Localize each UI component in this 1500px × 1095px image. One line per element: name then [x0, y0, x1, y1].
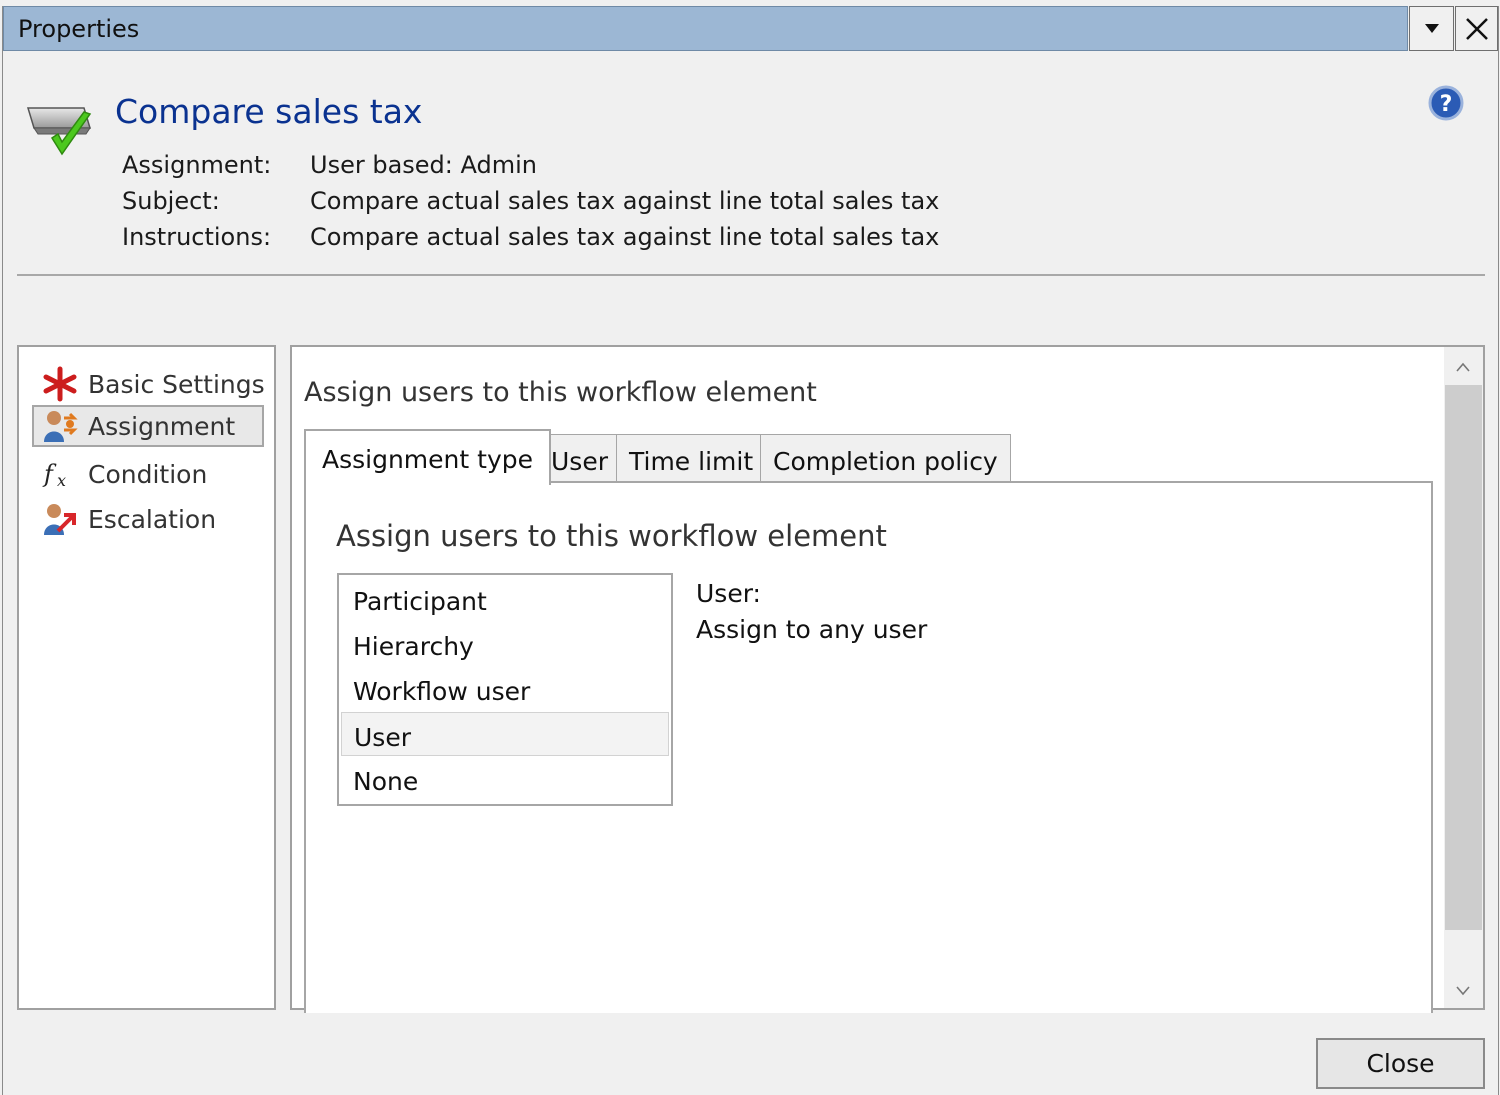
- window-title: Properties: [18, 15, 140, 43]
- nav-item-escalation[interactable]: Escalation: [32, 498, 264, 540]
- nav-panel: Basic Settings Assignment f x Condition …: [17, 345, 276, 1010]
- nav-item-condition[interactable]: f x Condition: [32, 453, 264, 495]
- nav-item-label: Assignment: [88, 411, 236, 441]
- detail-label: User:: [696, 579, 761, 608]
- dropdown-button[interactable]: [1409, 6, 1454, 51]
- tab-assignment-type[interactable]: Assignment type: [304, 429, 551, 485]
- scroll-up-icon[interactable]: [1456, 361, 1470, 375]
- assignment-label: Assignment:: [122, 151, 272, 179]
- tab-body: Assign users to this workflow element Pa…: [304, 481, 1433, 1013]
- list-item-user[interactable]: User: [341, 712, 669, 756]
- function-icon: f x: [42, 460, 66, 490]
- svg-text:?: ?: [1440, 92, 1453, 117]
- workflow-task-check-icon: [26, 107, 92, 156]
- assignment-type-list[interactable]: Participant Hierarchy Workflow user User…: [337, 573, 673, 806]
- scroll-down-icon[interactable]: [1456, 983, 1470, 997]
- close-window-button[interactable]: [1455, 6, 1498, 51]
- nav-item-label: Escalation: [88, 504, 217, 534]
- tab-time-limit[interactable]: Time limit: [616, 434, 767, 482]
- close-icon: [1465, 17, 1488, 40]
- chevron-down-icon: [1424, 24, 1439, 33]
- nav-item-basic-settings[interactable]: Basic Settings: [32, 363, 265, 405]
- nav-item-label: Condition: [88, 459, 208, 489]
- content-heading: Assign users to this workflow element: [304, 377, 817, 408]
- close-button[interactable]: Close: [1316, 1038, 1485, 1089]
- svg-text:f: f: [42, 460, 57, 488]
- detail-value: Assign to any user: [696, 615, 928, 644]
- header-divider: [17, 274, 1485, 276]
- tab-completion-policy[interactable]: Completion policy: [760, 434, 1011, 482]
- instructions-value: Compare actual sales tax against line to…: [310, 223, 940, 251]
- subject-value: Compare actual sales tax against line to…: [310, 187, 940, 215]
- instructions-label: Instructions:: [122, 223, 272, 251]
- asterisk-icon: [43, 366, 77, 402]
- list-item-none[interactable]: None: [341, 757, 669, 801]
- nav-item-label: Basic Settings: [88, 369, 265, 399]
- page-title: Compare sales tax: [115, 92, 423, 131]
- title-bar[interactable]: Properties: [3, 6, 1408, 51]
- vertical-scrollbar[interactable]: [1444, 347, 1483, 1008]
- tab-heading: Assign users to this workflow element: [336, 519, 887, 553]
- user-escalation-icon: [44, 504, 76, 535]
- scroll-thumb[interactable]: [1445, 385, 1482, 930]
- help-icon[interactable]: ?: [1428, 85, 1464, 121]
- assignment-value: User based: Admin: [310, 151, 537, 179]
- list-item-hierarchy[interactable]: Hierarchy: [341, 622, 669, 666]
- content-panel: Assign users to this workflow element As…: [290, 345, 1485, 1013]
- svg-text:x: x: [57, 471, 66, 490]
- nav-item-assignment[interactable]: Assignment: [32, 405, 264, 447]
- subject-label: Subject:: [122, 187, 220, 215]
- list-item-workflow-user[interactable]: Workflow user: [341, 667, 669, 711]
- list-item-participant[interactable]: Participant: [341, 577, 669, 621]
- user-assignment-icon: [44, 411, 78, 442]
